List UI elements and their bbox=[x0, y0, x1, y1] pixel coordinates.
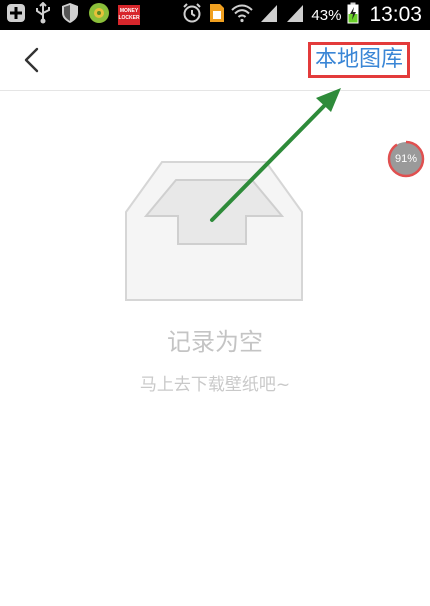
clock: 13:03 bbox=[369, 3, 422, 26]
wifi-icon bbox=[231, 3, 254, 27]
money-locker-icon: MONEY LOCKER bbox=[118, 5, 140, 25]
empty-state-title: 记录为空 bbox=[167, 328, 263, 356]
status-left-icons: MONEY LOCKER bbox=[6, 1, 140, 28]
chevron-left-icon bbox=[24, 47, 39, 73]
sim-icon bbox=[209, 3, 225, 27]
alarm-icon bbox=[181, 2, 203, 28]
back-button[interactable] bbox=[16, 44, 48, 76]
title-bar: 本地图库 bbox=[0, 30, 430, 91]
local-gallery-button[interactable]: 本地图库 bbox=[307, 42, 410, 78]
signal-icon-2 bbox=[285, 3, 305, 27]
battery-percent: 43% bbox=[311, 6, 342, 24]
money-locker-line2: LOCKER bbox=[118, 15, 140, 21]
usb-icon bbox=[34, 1, 52, 28]
puzzle-icon bbox=[88, 2, 110, 28]
signal-icon bbox=[259, 3, 279, 27]
money-locker-line1: MONEY bbox=[119, 8, 139, 14]
status-bar: MONEY LOCKER 43% 13:03 bbox=[0, 0, 430, 30]
empty-inbox-icon bbox=[124, 160, 304, 302]
status-right-icons: 43% 13:03 bbox=[181, 2, 422, 28]
memory-badge[interactable]: 91% bbox=[387, 140, 425, 178]
progress-label: 91% bbox=[394, 153, 418, 165]
plus-icon bbox=[6, 3, 26, 27]
empty-state-subtitle: 马上去下载壁纸吧~ bbox=[139, 375, 291, 395]
shield-icon bbox=[60, 2, 80, 28]
battery-charging-icon bbox=[347, 2, 359, 28]
